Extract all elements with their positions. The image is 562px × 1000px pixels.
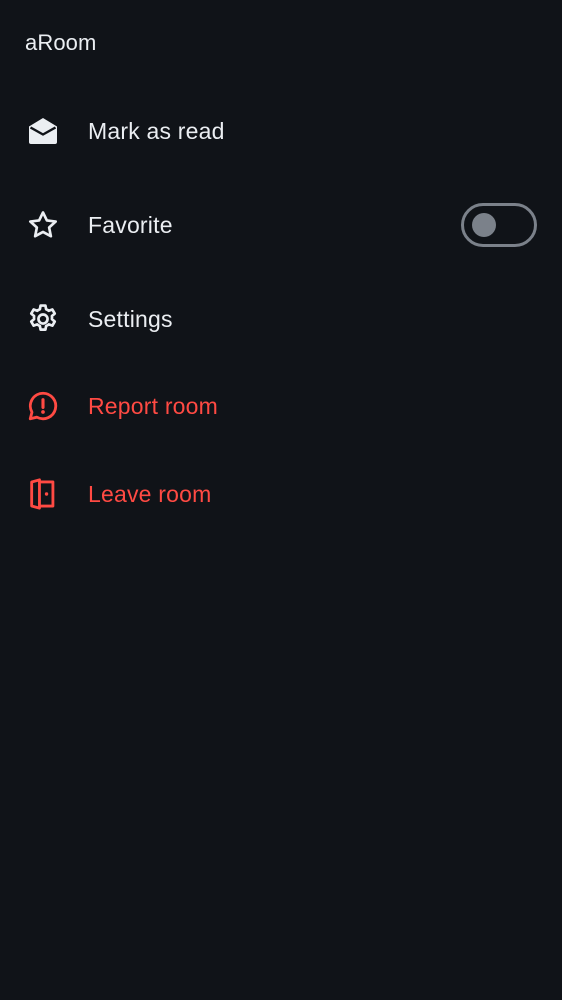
leave-door-icon [26, 477, 60, 511]
mark-as-read-label: Mark as read [88, 118, 225, 144]
favorite-label: Favorite [88, 212, 173, 238]
settings-item[interactable]: Settings [0, 291, 562, 347]
report-bubble-icon [26, 389, 60, 423]
mark-as-read-item[interactable]: Mark as read [0, 103, 562, 159]
favorite-item[interactable]: Favorite [0, 197, 562, 253]
leave-room-label: Leave room [88, 481, 212, 507]
toggle-knob [472, 213, 496, 237]
envelope-open-icon [26, 114, 60, 148]
report-room-label: Report room [88, 393, 219, 419]
gear-icon [26, 302, 60, 336]
room-actions-sheet: aRoom Mark as read Favorite Settings Rep… [0, 0, 562, 1000]
report-room-item[interactable]: Report room [0, 378, 562, 434]
leave-room-item[interactable]: Leave room [0, 466, 562, 522]
star-icon [26, 208, 60, 242]
favorite-toggle[interactable] [461, 203, 537, 247]
settings-label: Settings [88, 306, 173, 332]
room-title: aRoom [25, 30, 97, 55]
